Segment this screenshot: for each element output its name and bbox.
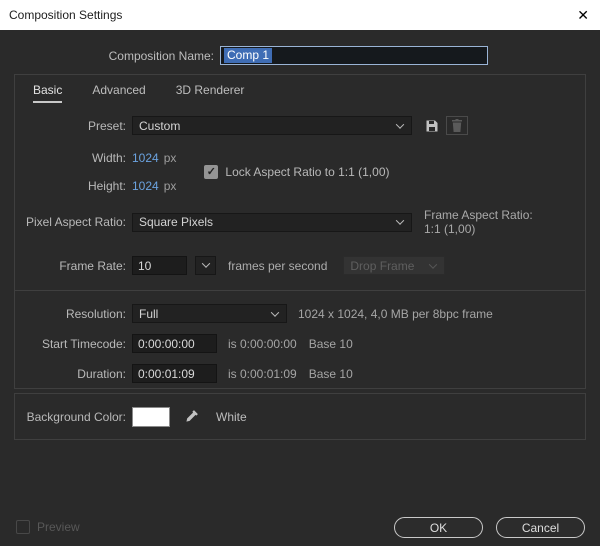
frame-aspect-ratio-value: 1:1 (1,00) — [424, 222, 533, 236]
duration-label: Duration: — [15, 367, 126, 381]
duration-base: Base 10 — [309, 367, 353, 381]
resolution-value: Full — [139, 307, 158, 321]
frame-rate-row: Frame Rate: 10 frames per second Drop Fr… — [15, 256, 585, 275]
composition-name-input[interactable]: Comp 1 — [220, 46, 488, 65]
save-icon — [424, 118, 440, 134]
pixel-aspect-ratio-row: Pixel Aspect Ratio: Square Pixels Frame … — [15, 208, 585, 236]
frame-aspect-ratio-block: Frame Aspect Ratio: 1:1 (1,00) — [424, 208, 533, 236]
width-row: Width: 1024 px — [15, 148, 176, 167]
preview-checkbox[interactable]: Preview — [16, 520, 80, 534]
background-color-name: White — [216, 410, 247, 424]
resolution-row: Resolution: Full 1024 x 1024, 4,0 MB per… — [15, 304, 585, 323]
close-icon[interactable]: ✕ — [577, 0, 589, 30]
tab-3d-renderer[interactable]: 3D Renderer — [176, 83, 245, 103]
start-timecode-input[interactable]: 0:00:00:00 — [132, 334, 217, 353]
height-row: Height: 1024 px — [15, 176, 176, 195]
frame-rate-label: Frame Rate: — [15, 259, 126, 273]
dialog-title: Composition Settings — [9, 0, 122, 30]
composition-settings-dialog: Composition Settings ✕ Composition Name:… — [0, 0, 600, 546]
resolution-label: Resolution: — [15, 307, 126, 321]
duration-row: Duration: 0:00:01:09 is 0:00:01:09 Base 1… — [15, 364, 585, 383]
cancel-button[interactable]: Cancel — [496, 517, 585, 538]
chevron-down-icon — [271, 308, 279, 316]
height-unit: px — [164, 179, 177, 193]
frame-rate-suffix: frames per second — [228, 259, 327, 273]
checkbox-unchecked-icon — [16, 520, 30, 534]
preset-value: Custom — [139, 119, 180, 133]
lock-aspect-checkbox[interactable]: ✓ Lock Aspect Ratio to 1:1 (1,00) — [204, 165, 389, 179]
preset-label: Preset: — [15, 119, 126, 133]
chevron-down-icon — [429, 260, 437, 268]
eyedropper-icon — [184, 409, 199, 424]
height-label: Height: — [15, 179, 126, 193]
start-timecode-is: is 0:00:00:00 — [228, 337, 297, 351]
preset-dropdown[interactable]: Custom — [132, 116, 412, 135]
composition-name-row: Composition Name: Comp 1 — [0, 46, 600, 65]
frame-rate-value: 10 — [138, 259, 151, 273]
duration-info: is 0:00:01:09 Base 10 — [228, 367, 353, 381]
tab-bar: Basic Advanced 3D Renderer — [15, 75, 585, 103]
start-timecode-row: Start Timecode: 0:00:00:00 is 0:00:00:00… — [15, 334, 585, 353]
resolution-dropdown[interactable]: Full — [132, 304, 287, 323]
height-value[interactable]: 1024 — [132, 179, 159, 193]
chevron-down-icon — [396, 216, 404, 224]
frame-aspect-ratio-label: Frame Aspect Ratio: — [424, 208, 533, 222]
chevron-down-icon — [396, 120, 404, 128]
start-timecode-base: Base 10 — [309, 337, 353, 351]
background-color-panel: Background Color: White — [14, 393, 586, 440]
resolution-info: 1024 x 1024, 4,0 MB per 8bpc frame — [298, 307, 493, 321]
pixel-aspect-ratio-dropdown[interactable]: Square Pixels — [132, 213, 412, 232]
frame-rate-dropdown-button[interactable] — [195, 256, 216, 275]
duration-is: is 0:00:01:09 — [228, 367, 297, 381]
preview-label: Preview — [37, 520, 80, 534]
chevron-down-icon — [201, 259, 209, 267]
background-color-row: Background Color: White — [15, 407, 585, 427]
duration-value: 0:00:01:09 — [138, 367, 195, 381]
basic-settings-panel: Basic Advanced 3D Renderer Preset: Custo… — [14, 74, 586, 389]
size-column: Width: 1024 px Height: 1024 px — [15, 148, 176, 195]
preset-row: Preset: Custom — [15, 116, 585, 135]
pixel-aspect-ratio-label: Pixel Aspect Ratio: — [15, 215, 126, 229]
start-timecode-label: Start Timecode: — [15, 337, 126, 351]
title-bar: Composition Settings ✕ — [0, 0, 600, 30]
start-timecode-value: 0:00:00:00 — [138, 337, 195, 351]
background-color-swatch[interactable] — [132, 407, 170, 427]
start-timecode-info: is 0:00:00:00 Base 10 — [228, 337, 353, 351]
composition-name-value: Comp 1 — [224, 48, 272, 63]
duration-input[interactable]: 0:00:01:09 — [132, 364, 217, 383]
eyedropper-button[interactable] — [180, 407, 202, 427]
checkbox-checked-icon: ✓ — [204, 165, 218, 179]
width-value[interactable]: 1024 — [132, 151, 159, 165]
trash-icon — [451, 119, 463, 132]
background-color-label: Background Color: — [15, 410, 126, 424]
tab-advanced[interactable]: Advanced — [92, 83, 145, 103]
width-unit: px — [164, 151, 177, 165]
timecode-base-value: Drop Frame — [350, 259, 414, 273]
width-label: Width: — [15, 151, 126, 165]
separator — [15, 290, 585, 291]
frame-rate-input[interactable]: 10 — [132, 256, 187, 275]
lock-aspect-label: Lock Aspect Ratio to 1:1 (1,00) — [225, 165, 389, 179]
tab-basic[interactable]: Basic — [33, 83, 62, 103]
pixel-aspect-ratio-value: Square Pixels — [139, 215, 213, 229]
timecode-base-dropdown: Drop Frame — [343, 256, 445, 275]
save-preset-button[interactable] — [424, 118, 440, 134]
size-block: Width: 1024 px Height: 1024 px ✓ Lock As… — [15, 148, 585, 195]
composition-name-label: Composition Name: — [0, 49, 214, 63]
ok-button[interactable]: OK — [394, 517, 483, 538]
delete-preset-button — [446, 116, 468, 135]
